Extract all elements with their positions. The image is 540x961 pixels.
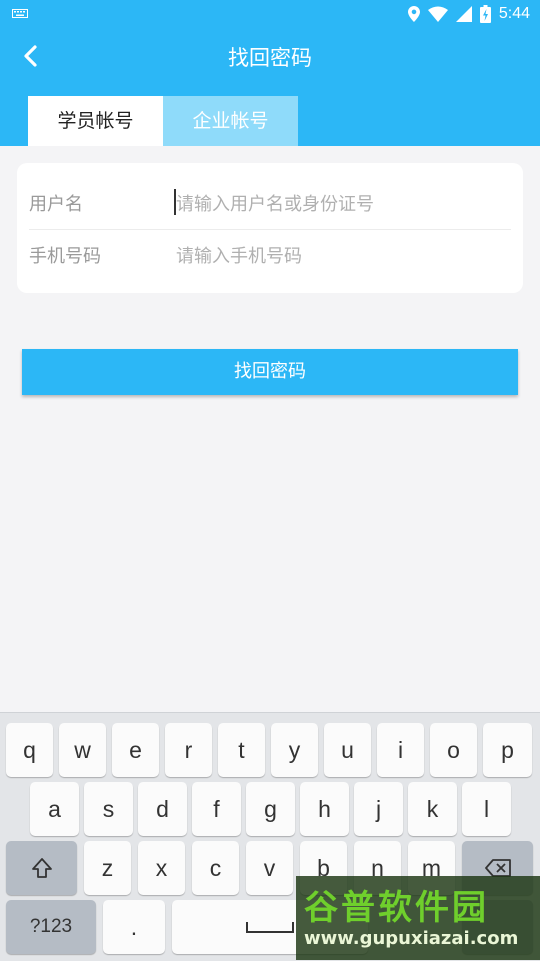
symbols-key[interactable]: ?123 [6, 900, 96, 954]
location-icon [407, 6, 420, 22]
shift-icon [31, 858, 52, 878]
key-q[interactable]: q [6, 723, 53, 777]
key-z[interactable]: z [84, 841, 131, 895]
username-input[interactable] [174, 185, 508, 223]
key-o[interactable]: o [430, 723, 477, 777]
key-x[interactable]: x [138, 841, 185, 895]
key-r[interactable]: r [165, 723, 212, 777]
key-l[interactable]: l [462, 782, 511, 836]
phone-label: 手机号码 [29, 246, 101, 267]
tab-enterprise-account[interactable]: 企业帐号 [163, 96, 298, 146]
key-e[interactable]: e [112, 723, 159, 777]
watermark-logo: 谷普软件园 www.gupuxiazai.com [296, 876, 540, 960]
phone-row: 手机号码 [29, 229, 511, 281]
watermark-url: www.gupuxiazai.com [304, 928, 519, 949]
key-d[interactable]: d [138, 782, 187, 836]
key-k[interactable]: k [408, 782, 457, 836]
text-cursor [174, 189, 176, 215]
page-title: 找回密码 [228, 46, 312, 70]
key-s[interactable]: s [84, 782, 133, 836]
space-icon [246, 922, 294, 933]
retrieve-password-button[interactable]: 找回密码 [22, 349, 518, 395]
signal-icon [455, 6, 472, 22]
key-j[interactable]: j [354, 782, 403, 836]
form-card: 用户名 手机号码 [17, 163, 523, 293]
key-a[interactable]: a [30, 782, 79, 836]
key-u[interactable]: u [324, 723, 371, 777]
phone-input[interactable] [174, 237, 508, 275]
key-h[interactable]: h [300, 782, 349, 836]
key-w[interactable]: w [59, 723, 106, 777]
battery-icon [479, 5, 491, 23]
wifi-icon [427, 6, 448, 22]
username-label: 用户名 [29, 194, 83, 215]
username-row: 用户名 [29, 177, 511, 230]
status-time: 5:44 [498, 5, 530, 22]
tab-student-account[interactable]: 学员帐号 [28, 96, 163, 146]
shift-key[interactable] [6, 841, 77, 895]
key-i[interactable]: i [377, 723, 424, 777]
status-bar: 5:44 [0, 0, 540, 28]
key-f[interactable]: f [192, 782, 241, 836]
app-bar: 找回密码 学员帐号 企业帐号 [0, 28, 540, 146]
key-y[interactable]: y [271, 723, 318, 777]
watermark-title: 谷普软件园 [304, 888, 489, 928]
keyboard-indicator-icon [12, 9, 28, 18]
backspace-icon [484, 859, 511, 877]
account-tabs: 学员帐号 企业帐号 [28, 96, 298, 146]
key-g[interactable]: g [246, 782, 295, 836]
key-v[interactable]: v [246, 841, 293, 895]
key-p[interactable]: p [483, 723, 532, 777]
period-key[interactable]: . [103, 900, 165, 954]
key-c[interactable]: c [192, 841, 239, 895]
key-t[interactable]: t [218, 723, 265, 777]
